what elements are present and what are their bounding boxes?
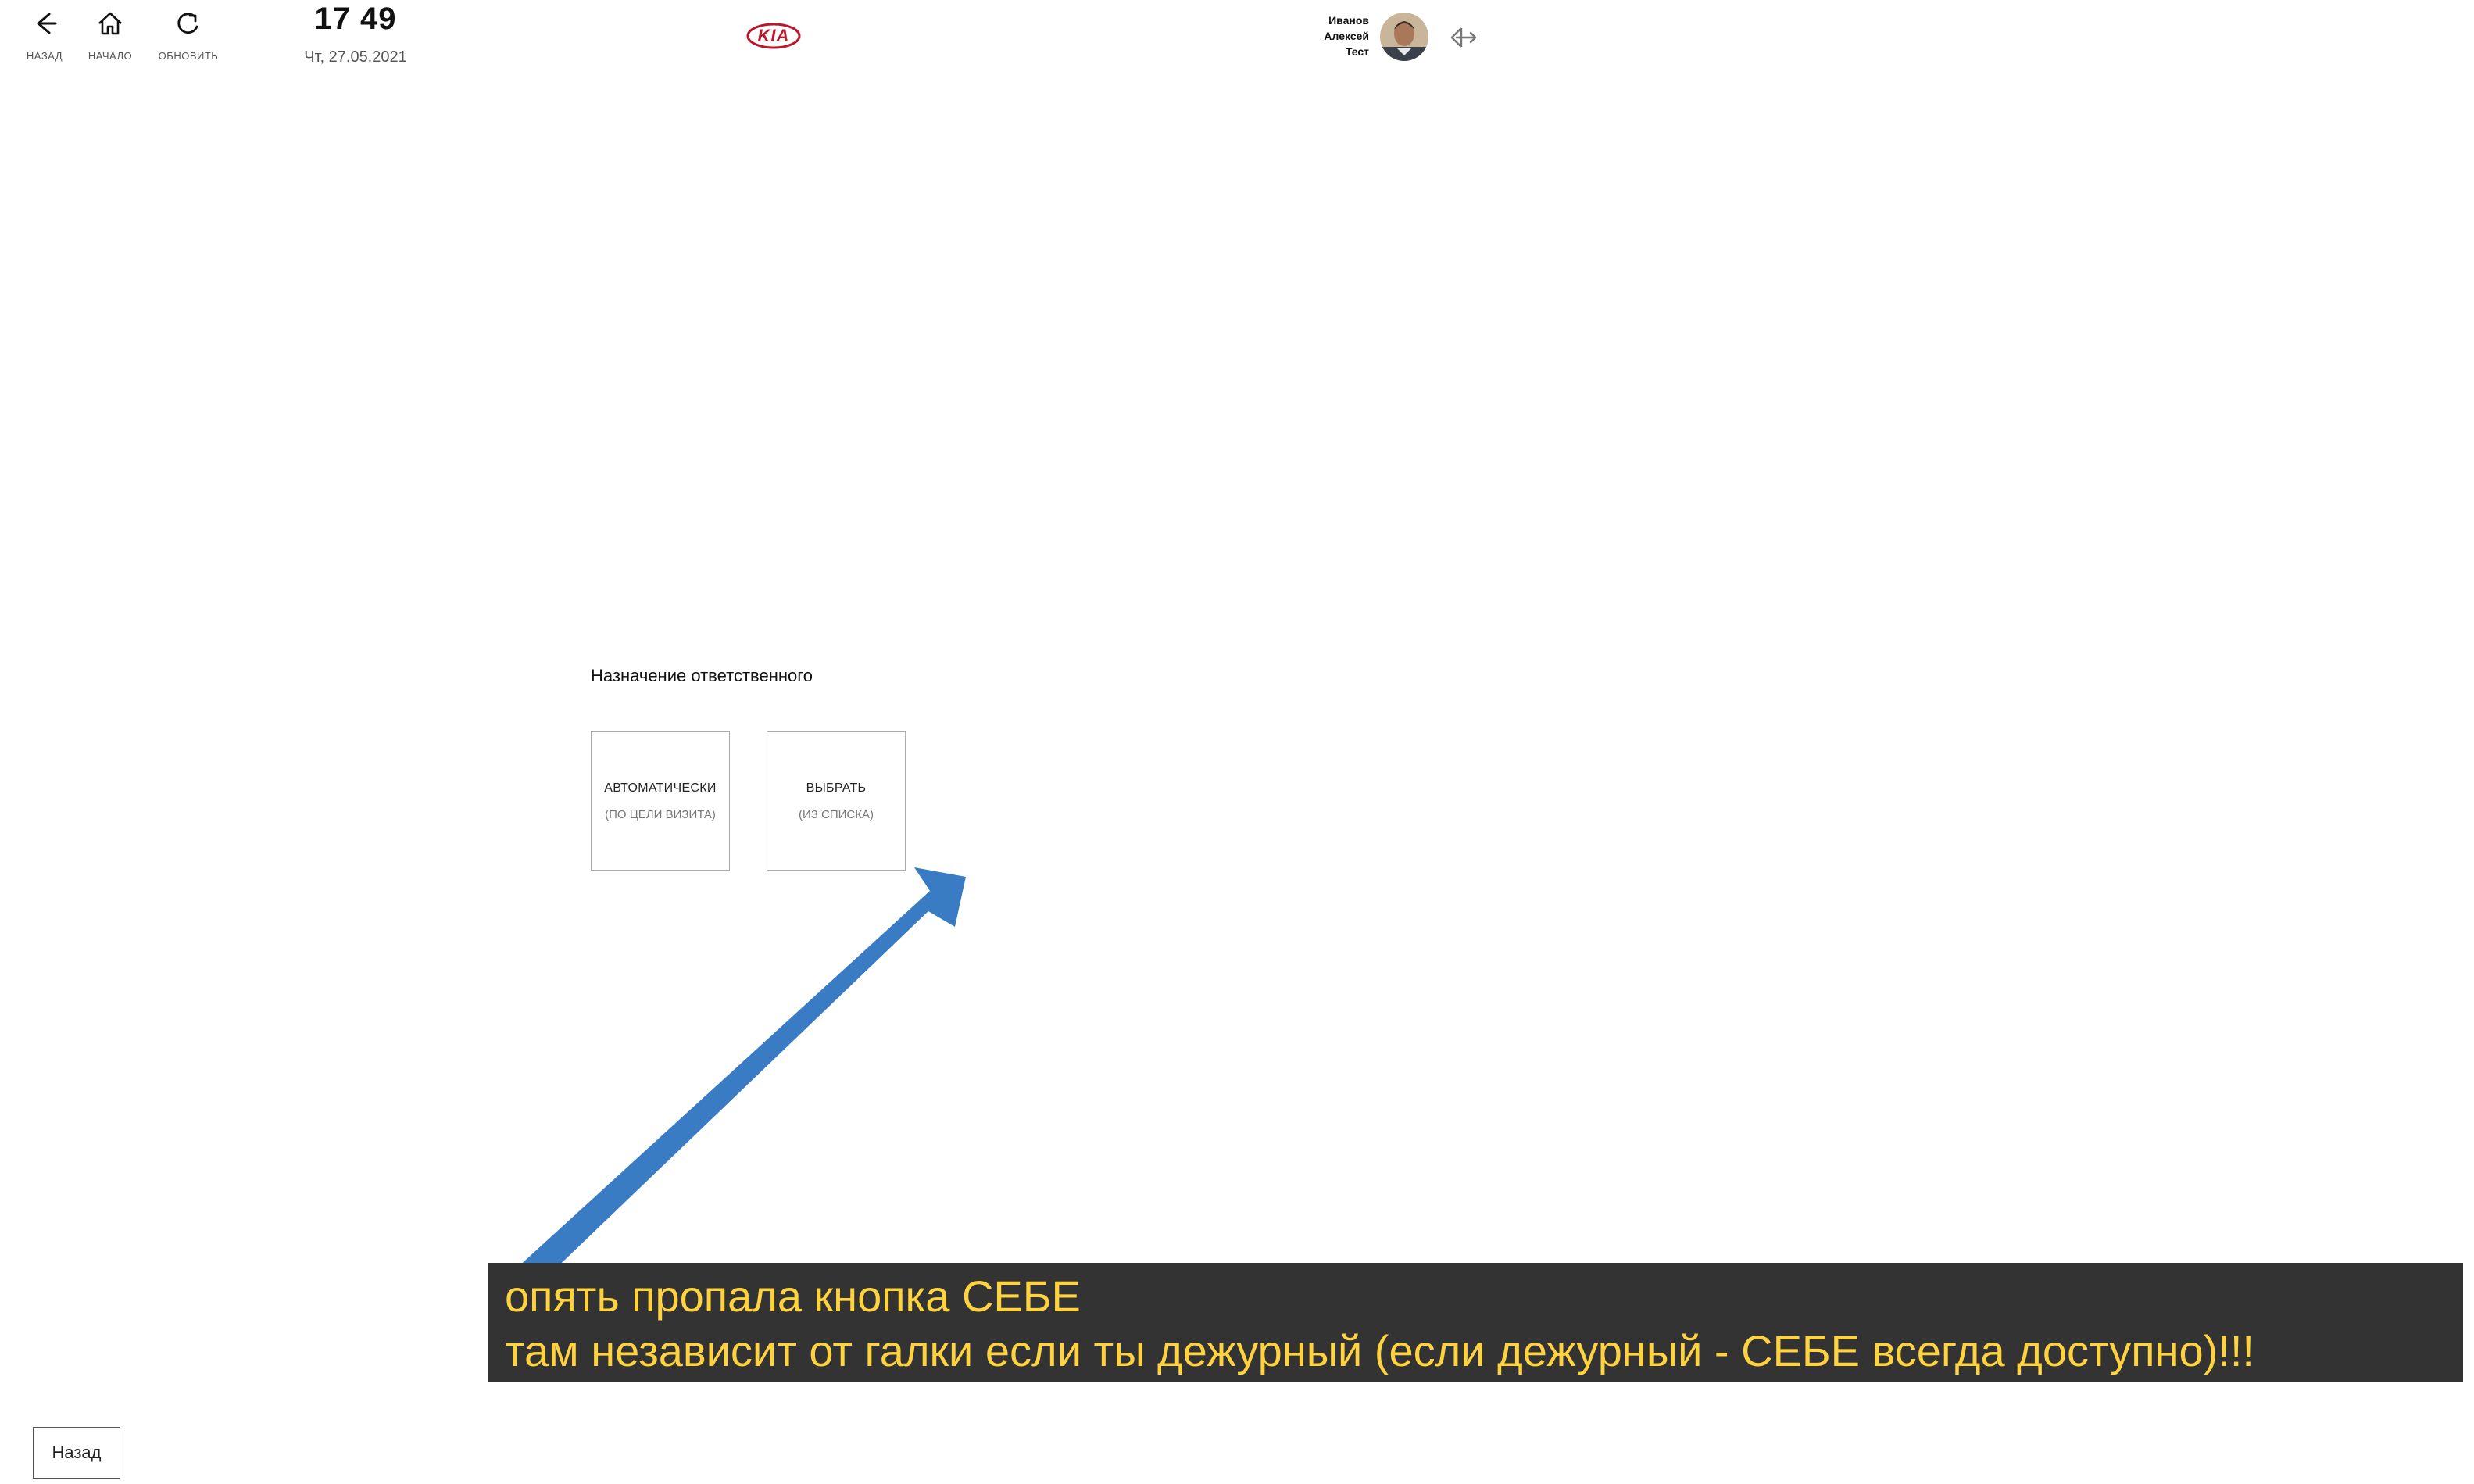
home-nav-button[interactable]: НАЧАЛО: [67, 0, 153, 70]
kia-logo-text: KIA: [757, 26, 790, 45]
kia-logo: KIA: [745, 20, 802, 52]
user-avatar[interactable]: [1380, 13, 1428, 61]
annotation-box: опять пропала кнопка СЕБЕ там независит …: [488, 1263, 2463, 1382]
clock-time: 17 49: [314, 2, 397, 36]
user-note: Тест: [1345, 45, 1369, 58]
auto-assign-title: АВТОМАТИЧЕСКИ: [604, 781, 717, 795]
home-nav-label: НАЧАЛО: [88, 50, 133, 62]
refresh-nav-label: ОБНОВИТЬ: [158, 50, 219, 62]
clock: 17 49 Чт, 27.05.2021: [281, 0, 430, 66]
user-first-name: Алексей: [1324, 30, 1369, 42]
home-icon: [93, 6, 127, 41]
annotation-text-line2: там независит от галки если ты дежурный …: [505, 1326, 2254, 1375]
select-from-list-button[interactable]: ВЫБРАТЬ (ИЗ СПИСКА): [767, 731, 906, 871]
page-title: Назначение ответственного: [591, 666, 813, 685]
user-last-name: Иванов: [1328, 14, 1369, 27]
auto-assign-button[interactable]: АВТОМАТИЧЕСКИ (ПО ЦЕЛИ ВИЗИТА): [591, 731, 730, 871]
clock-date: Чт, 27.05.2021: [304, 48, 407, 66]
back-button[interactable]: Назад: [33, 1427, 120, 1479]
logout-icon[interactable]: [1449, 22, 1480, 53]
annotation-text-line1: опять пропала кнопка СЕБЕ: [505, 1271, 1081, 1321]
refresh-nav-button[interactable]: ОБНОВИТЬ: [145, 0, 231, 70]
refresh-icon: [171, 6, 206, 41]
arrow-left-icon: [27, 6, 62, 41]
auto-assign-subtitle: (ПО ЦЕЛИ ВИЗИТА): [605, 807, 716, 821]
user-name: Иванов Алексей Тест: [1266, 13, 1369, 59]
select-from-list-subtitle: (ИЗ СПИСКА): [799, 807, 874, 821]
annotation-arrow: [508, 867, 966, 1295]
back-nav-label: НАЗАД: [26, 50, 63, 62]
select-from-list-title: ВЫБРАТЬ: [806, 781, 867, 795]
